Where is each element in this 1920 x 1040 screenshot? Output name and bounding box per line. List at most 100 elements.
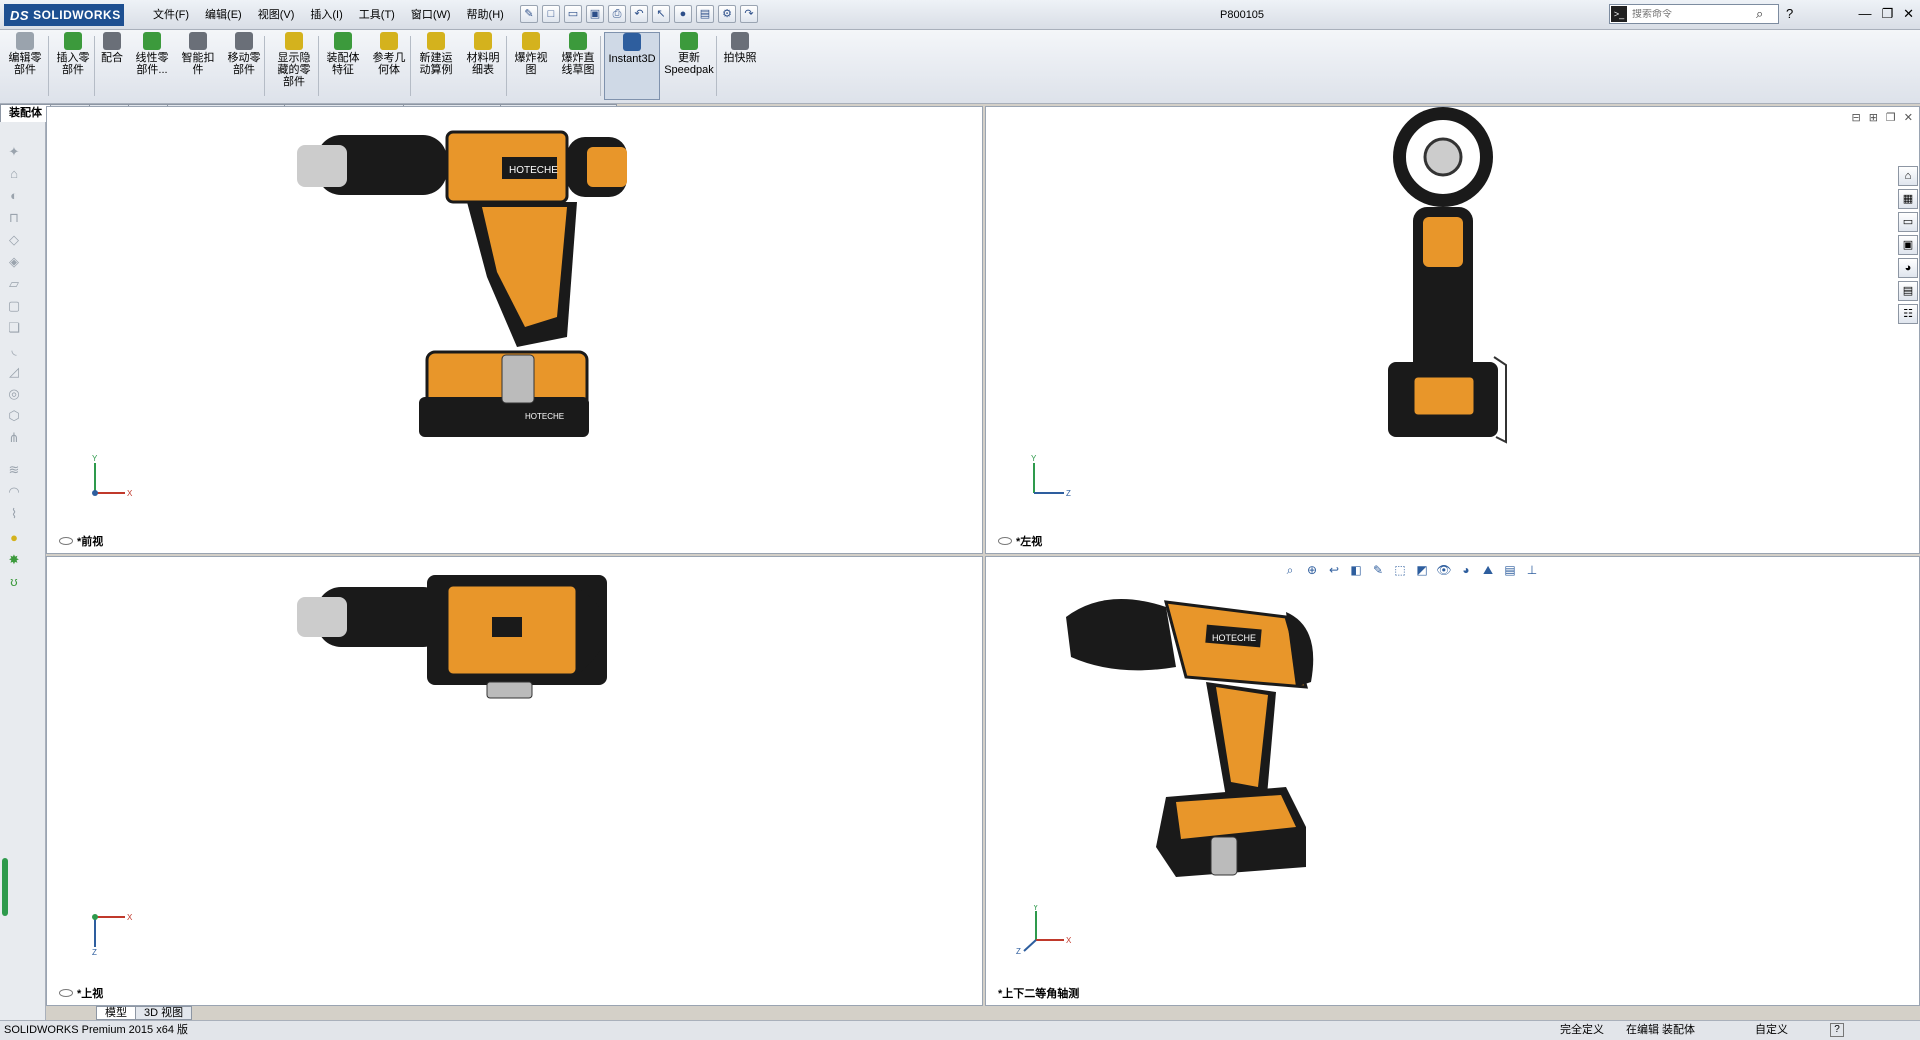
hide-show-items-icon[interactable]: 👁 bbox=[1436, 562, 1452, 578]
restore-icon[interactable]: ❐ bbox=[1881, 6, 1893, 22]
undo-icon[interactable]: ↶ bbox=[630, 5, 648, 23]
linear-component-pattern-button[interactable]: 线性零 部件... bbox=[130, 32, 174, 100]
triad-settings-icon[interactable]: ⊥ bbox=[1524, 562, 1540, 578]
appearances-icon[interactable]: ◕ bbox=[1898, 258, 1918, 278]
tile-viewport-icon[interactable]: ⊟ bbox=[1851, 111, 1860, 124]
apply-scene-icon[interactable]: ⛰ bbox=[1480, 562, 1496, 578]
new-motion-study-button[interactable]: 新建运 动算例 bbox=[414, 32, 458, 100]
mate-button[interactable]: 配合 bbox=[98, 32, 126, 100]
help-icon[interactable]: ? bbox=[1786, 6, 1793, 21]
feature-icon[interactable]: ◐ bbox=[6, 188, 22, 204]
hole-icon[interactable]: ◎ bbox=[6, 386, 22, 402]
restore-viewport-icon[interactable]: ❐ bbox=[1886, 111, 1896, 124]
insert-components-button[interactable]: 插入零 部件 bbox=[52, 32, 94, 100]
section-view-icon[interactable]: ◧ bbox=[1348, 562, 1364, 578]
smart-dimension-icon[interactable]: ✦ bbox=[6, 144, 22, 160]
rib-icon[interactable]: ⬡ bbox=[6, 408, 22, 424]
options-icon[interactable]: ⚙ bbox=[718, 5, 736, 23]
menu-window[interactable]: 窗口(W) bbox=[403, 7, 459, 23]
close-icon[interactable]: ✕ bbox=[1903, 6, 1914, 22]
custom-properties-icon[interactable]: ▤ bbox=[1898, 281, 1918, 301]
viewport-front[interactable]: HOTECHE HOTECHE Y X *前视 bbox=[46, 106, 983, 554]
menu-edit[interactable]: 编辑(E) bbox=[197, 7, 250, 23]
search-commands[interactable]: >_ ⌕ bbox=[1609, 4, 1779, 24]
sketch-icon[interactable]: ⌂ bbox=[6, 166, 22, 182]
search-input[interactable] bbox=[1632, 8, 1752, 20]
mate-icon[interactable]: ⊓ bbox=[6, 210, 22, 226]
view-eye-icon[interactable] bbox=[998, 537, 1012, 545]
design-library-icon[interactable]: ▦ bbox=[1898, 189, 1918, 209]
units-custom[interactable]: 自定义 bbox=[1755, 1021, 1788, 1040]
take-snapshot-icon bbox=[731, 32, 749, 50]
redo-icon[interactable]: ↷ bbox=[740, 5, 758, 23]
edit-component-button[interactable]: 编辑零 部件 bbox=[4, 32, 46, 100]
view-eye-icon[interactable] bbox=[59, 989, 73, 997]
instant3d-button[interactable]: Instant3D bbox=[604, 32, 660, 100]
plane-icon[interactable]: ▱ bbox=[6, 276, 22, 292]
chamfer-icon[interactable]: ◿ bbox=[6, 364, 22, 380]
explode-line-sketch-button[interactable]: 爆炸直 线草图 bbox=[556, 32, 600, 100]
status-help-icon[interactable]: ? bbox=[1830, 1023, 1844, 1037]
move-component-button[interactable]: 移动零 部件 bbox=[222, 32, 266, 100]
view-orientation-icon[interactable]: ⬚ bbox=[1392, 562, 1408, 578]
forum-icon[interactable]: ☷ bbox=[1898, 304, 1918, 324]
update-speedpak-button[interactable]: 更新 Speedpak bbox=[662, 32, 716, 100]
appearance-icon[interactable]: ● bbox=[6, 530, 22, 546]
menu-tools[interactable]: 工具(T) bbox=[351, 7, 403, 23]
pin-icon[interactable]: ✎ bbox=[520, 5, 538, 23]
spring-icon[interactable]: ʊ bbox=[6, 574, 22, 590]
display-style-icon[interactable]: ◩ bbox=[1414, 562, 1430, 578]
file-properties-icon[interactable]: ▤ bbox=[696, 5, 714, 23]
edit-appearance-icon[interactable]: ◕ bbox=[1458, 562, 1474, 578]
tab-model[interactable]: 模型 bbox=[96, 1006, 136, 1020]
view-eye-icon[interactable] bbox=[59, 537, 73, 545]
link-views-icon[interactable]: ⊞ bbox=[1869, 111, 1878, 124]
assembly-features-button[interactable]: 装配体 特征 bbox=[322, 32, 364, 100]
viewport-isometric[interactable]: HOTECHE Y X Z *上下二等角轴测 bbox=[985, 556, 1920, 1006]
solidworks-resources-icon[interactable]: ⌂ bbox=[1898, 166, 1918, 186]
tab-assembly[interactable]: 装配体 bbox=[0, 104, 51, 122]
reference-geometry-button[interactable]: 参考几 何体 bbox=[368, 32, 410, 100]
menu-file[interactable]: 文件(F) bbox=[145, 7, 197, 23]
bill-of-materials-button[interactable]: 材料明 细表 bbox=[462, 32, 504, 100]
rotate-icon[interactable]: ◇ bbox=[6, 232, 22, 248]
exploded-view-button[interactable]: 爆炸视 图 bbox=[510, 32, 552, 100]
show-hidden-components-button[interactable]: 显示隐 藏的零 部件 bbox=[270, 32, 318, 100]
view-settings-icon[interactable]: ▤ bbox=[1502, 562, 1518, 578]
curve-icon[interactable]: ⌇ bbox=[6, 506, 22, 522]
smart-mate-icon[interactable]: ✸ bbox=[6, 552, 22, 568]
rebuild-icon[interactable]: ● bbox=[674, 5, 692, 23]
version-text: SOLIDWORKS Premium 2015 x64 版 bbox=[4, 1024, 189, 1036]
zoom-to-area-icon[interactable]: ⊕ bbox=[1304, 562, 1320, 578]
solidworks-logo[interactable]: DS SOLIDWORKS bbox=[4, 4, 124, 26]
tab-3d-view[interactable]: 3D 视图 bbox=[135, 1006, 193, 1020]
open-folder-icon[interactable]: ▭ bbox=[564, 5, 582, 23]
new-document-icon[interactable]: □ bbox=[542, 5, 560, 23]
copy-icon[interactable]: ❏ bbox=[6, 320, 22, 336]
shell-icon[interactable]: ◈ bbox=[6, 254, 22, 270]
logo-text: SOLIDWORKS bbox=[33, 8, 121, 22]
viewport-top[interactable]: X Z *上视 bbox=[46, 556, 983, 1006]
print-icon[interactable]: ⎙ bbox=[608, 5, 626, 23]
dome-icon[interactable]: ◠ bbox=[6, 484, 22, 500]
search-icon[interactable]: ⌕ bbox=[1756, 6, 1763, 22]
take-snapshot-button[interactable]: 拍快照 bbox=[720, 32, 760, 100]
save-icon[interactable]: ▣ bbox=[586, 5, 604, 23]
smart-fasteners-button[interactable]: 智能扣 件 bbox=[178, 32, 218, 100]
file-explorer-icon[interactable]: ▭ bbox=[1898, 212, 1918, 232]
view-palette-icon[interactable]: ▣ bbox=[1898, 235, 1918, 255]
draft-icon[interactable]: ⋔ bbox=[6, 430, 22, 446]
wrap-icon[interactable]: ≋ bbox=[6, 462, 22, 478]
dynamic-annotation-icon[interactable]: ✎ bbox=[1370, 562, 1386, 578]
pattern-icon[interactable]: ▢ bbox=[6, 298, 22, 314]
previous-view-icon[interactable]: ↩ bbox=[1326, 562, 1342, 578]
zoom-to-fit-icon[interactable]: ⌕ bbox=[1282, 562, 1298, 578]
menu-view[interactable]: 视图(V) bbox=[250, 7, 303, 23]
fillet-icon[interactable]: ◟ bbox=[6, 342, 22, 358]
select-icon[interactable]: ↖ bbox=[652, 5, 670, 23]
close-viewport-icon[interactable]: ✕ bbox=[1904, 111, 1913, 124]
menu-help[interactable]: 帮助(H) bbox=[459, 7, 512, 23]
menu-insert[interactable]: 插入(I) bbox=[302, 7, 350, 23]
minimize-icon[interactable]: — bbox=[1858, 6, 1871, 22]
viewport-left[interactable]: ⊟ ⊞ ❐ ✕ Y Z *左视 bbox=[985, 106, 1920, 554]
